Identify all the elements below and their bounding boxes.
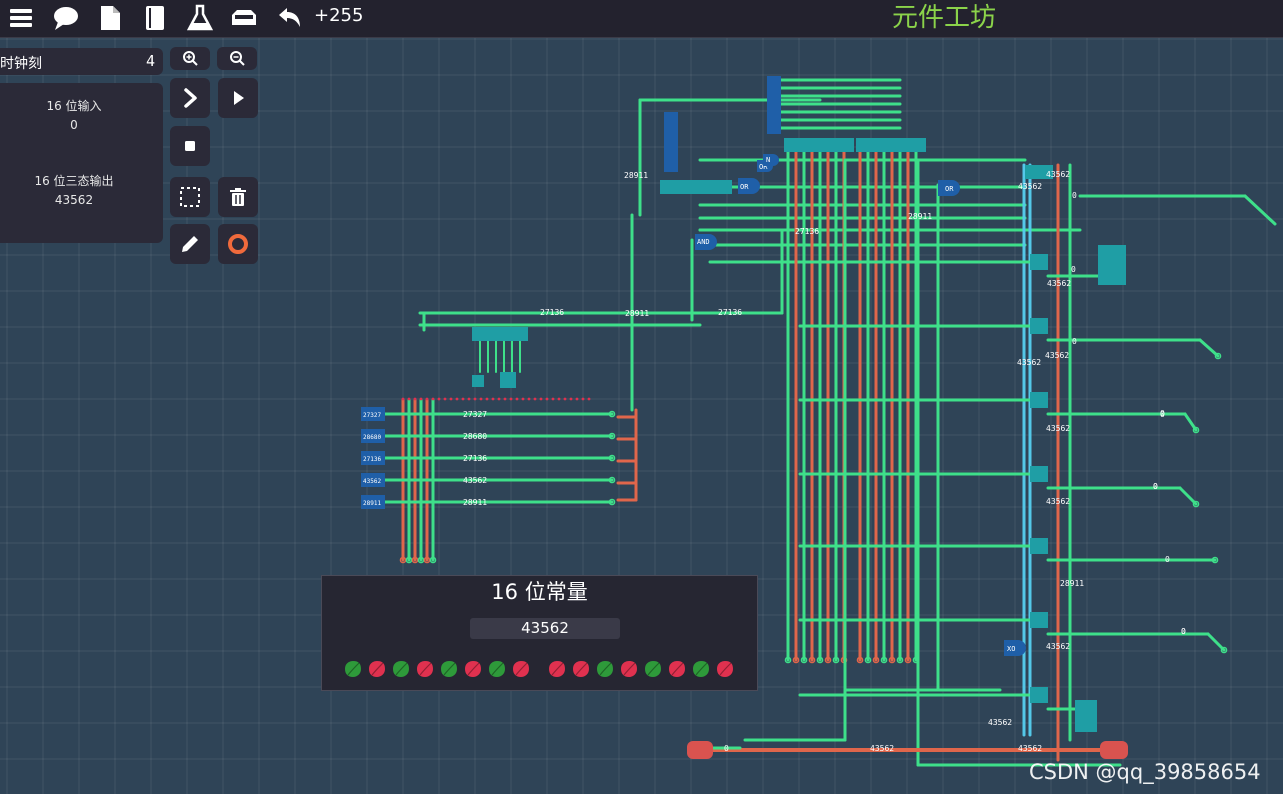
output-label: 0	[1072, 191, 1077, 200]
wire-label: 27136	[718, 308, 742, 317]
wire-label: 27136	[795, 227, 819, 236]
output-label: 0	[1160, 410, 1165, 419]
bit-toggle-1[interactable]	[368, 660, 386, 678]
wire-label: 43562	[1046, 424, 1070, 433]
bit-toggle-4[interactable]	[440, 660, 458, 678]
bit-toggle-0[interactable]	[344, 660, 362, 678]
wire-label: 0	[724, 744, 729, 753]
input-pin-label: 27136	[363, 456, 381, 463]
output-label: 0	[1153, 482, 1158, 491]
wire-label: 28911	[625, 309, 649, 318]
constant-value-field[interactable]: 43562	[470, 618, 620, 639]
gate-label: AND	[697, 238, 710, 246]
bit-toggle-13[interactable]	[668, 660, 686, 678]
wire-label: 28911	[908, 212, 932, 221]
wire-label: 27136	[463, 454, 487, 463]
wire-label: 27327	[463, 410, 487, 419]
input-pin-label: 43562	[363, 478, 381, 485]
bit-toggle-7[interactable]	[512, 660, 530, 678]
wire-label: 0	[1165, 555, 1170, 564]
bit-toggle-15[interactable]	[716, 660, 734, 678]
wire-label: 43562	[988, 718, 1012, 727]
bit-toggle-9[interactable]	[572, 660, 590, 678]
bit-toggle-14[interactable]	[692, 660, 710, 678]
bit-toggle-3[interactable]	[416, 660, 434, 678]
input-pin-label: 28680	[363, 434, 381, 441]
bit-toggle-10[interactable]	[596, 660, 614, 678]
wire-label: 43562	[870, 744, 894, 753]
wire-label: 43562	[1045, 351, 1069, 360]
bit-toggle-2[interactable]	[392, 660, 410, 678]
wire-label: 28911	[463, 498, 487, 507]
bit-toggle-12[interactable]	[644, 660, 662, 678]
bit-toggle-6[interactable]	[488, 660, 506, 678]
wire-label: 43562	[1046, 170, 1070, 179]
constant-panel-title: 16 位常量	[491, 580, 588, 604]
wire-label: 0	[1072, 337, 1077, 346]
bit-toggle-11[interactable]	[620, 660, 638, 678]
input-pin-label: 27327	[363, 412, 381, 419]
gate-label: OR	[740, 183, 749, 191]
bit-toggle-5[interactable]	[464, 660, 482, 678]
output-label: 0	[1071, 265, 1076, 274]
input-pin-label: 28911	[363, 500, 381, 507]
gate-label: XO	[1007, 645, 1015, 653]
wire-label: 43562	[1018, 744, 1042, 753]
wire-label: 43562	[1047, 279, 1071, 288]
wire-label: 43562	[463, 476, 487, 485]
wire-label: 27136	[540, 308, 564, 317]
input-pins: 27327 28680 27136 43562 28911	[361, 407, 385, 509]
wire-label: 43562	[1046, 642, 1070, 651]
wire-label: 28680	[463, 432, 487, 441]
watermark: CSDN @qq_39858654	[1029, 760, 1261, 784]
gate-label: N	[766, 156, 770, 164]
gate-label: OR	[945, 185, 954, 193]
wire-label: 28911	[1060, 579, 1084, 588]
constant-16bit-panel[interactable]: 16 位常量 43562	[321, 575, 758, 691]
wire-label: 43562	[1017, 358, 1041, 367]
bit-toggle-8[interactable]	[548, 660, 566, 678]
output-label: 0	[1181, 627, 1186, 636]
wire-label: 28911	[624, 171, 648, 180]
wire-label: 43562	[1046, 497, 1070, 506]
wire-label: 43562	[1018, 182, 1042, 191]
